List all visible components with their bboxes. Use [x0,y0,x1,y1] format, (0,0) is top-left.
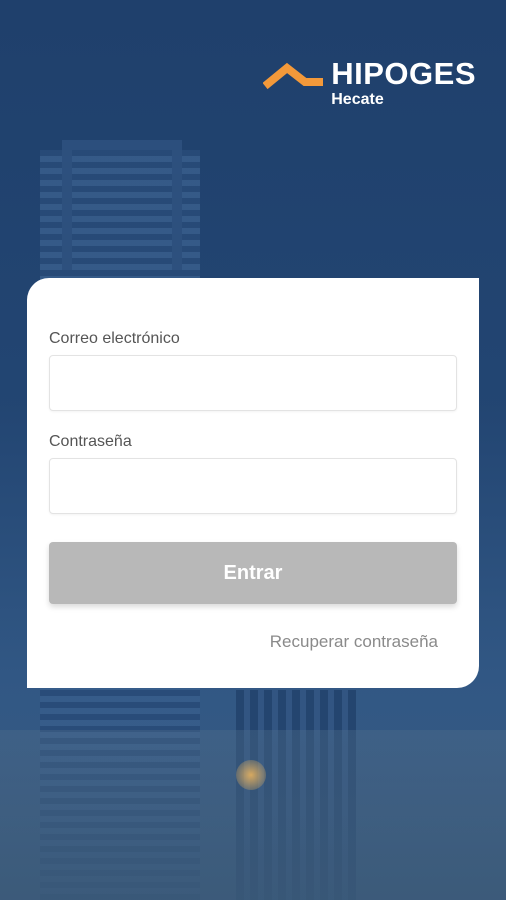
background-building-top [62,140,182,270]
background-city [0,730,506,900]
email-field[interactable] [49,355,457,411]
product-name: Hecate [331,91,384,108]
brand-logo: HIPOGES Hecate [262,56,476,109]
password-label: Contraseña [49,433,132,450]
recover-password-link[interactable]: Recuperar contraseña [49,632,457,652]
background-light [236,760,266,790]
login-card: Correo electrónico Contraseña Entrar Rec… [27,278,479,688]
login-button[interactable]: Entrar [49,542,457,604]
email-label: Correo electrónico [49,330,180,347]
roof-logo-icon [262,62,325,98]
brand-name: HIPOGES [331,56,476,91]
password-field[interactable] [49,458,457,514]
